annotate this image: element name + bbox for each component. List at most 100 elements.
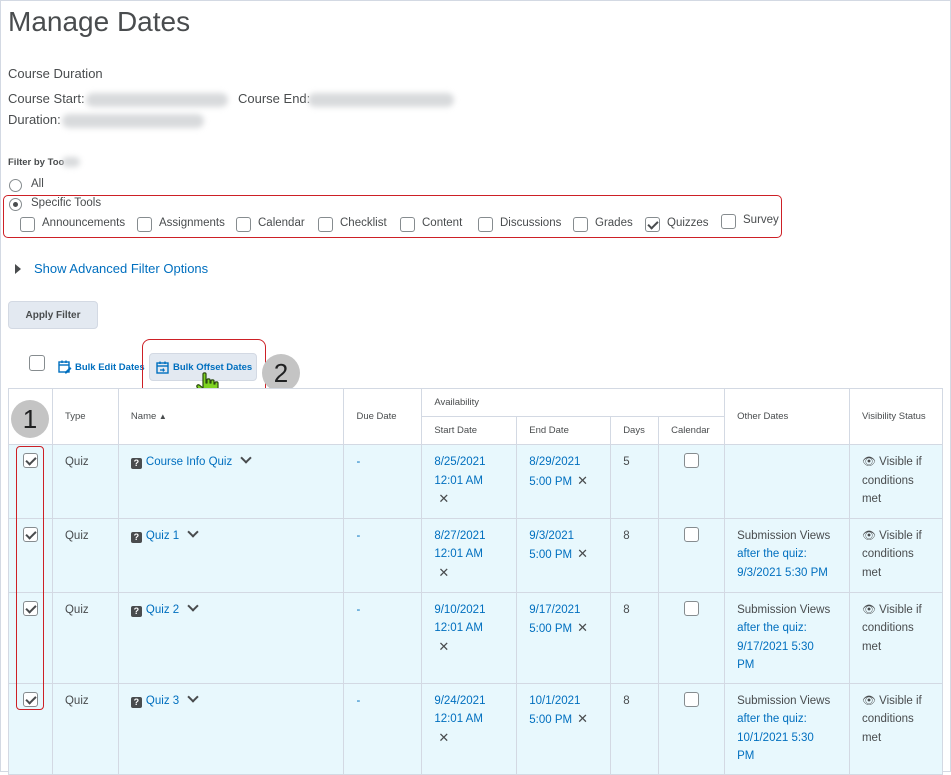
tool-checkbox-survey[interactable]	[721, 214, 736, 229]
calendar-offset-icon	[156, 361, 169, 374]
clear-start-icon[interactable]: ✕	[438, 564, 449, 583]
start-time-link[interactable]: 12:01 AM	[434, 710, 504, 729]
visibility-line-3: met	[861, 731, 882, 744]
end-date-link[interactable]: 9/17/2021	[529, 601, 598, 620]
name-cell: ? Quiz 2	[117, 591, 345, 684]
step-marker-2: 2	[262, 354, 300, 392]
tool-checkbox-calendar[interactable]	[236, 217, 251, 232]
end-date-link[interactable]: 10/1/2021	[529, 692, 598, 711]
other-dates-line[interactable]: 9/17/2021 5:30	[737, 638, 837, 657]
show-advanced-filter-link[interactable]: Show Advanced Filter Options	[34, 261, 208, 276]
calendar-checkbox[interactable]	[684, 453, 700, 468]
header-calendar: Calendar	[658, 416, 726, 445]
start-date-link[interactable]: 8/27/2021	[434, 527, 504, 546]
specific-tools-radio[interactable]	[9, 198, 22, 211]
chevron-down-icon[interactable]	[187, 525, 199, 538]
quiz-name-link[interactable]: Course Info Quiz	[146, 456, 232, 468]
end-date-link[interactable]: 8/29/2021	[529, 453, 598, 472]
visibility-line-2: conditions	[861, 474, 914, 487]
quiz-name-link[interactable]: Quiz 3	[146, 695, 179, 707]
tool-checkbox-discussions[interactable]	[478, 217, 493, 232]
type-text: Quiz	[64, 603, 89, 616]
start-time-link[interactable]: 12:01 AM	[434, 472, 504, 491]
clear-start-icon[interactable]: ✕	[438, 638, 449, 657]
clear-end-icon[interactable]: ✕	[577, 472, 588, 491]
step-marker-1: 1	[11, 400, 49, 438]
calendar-checkbox[interactable]	[684, 526, 700, 542]
course-start-value-blurred	[86, 93, 228, 107]
header-name[interactable]: Name ▲	[117, 388, 345, 445]
start-date-link[interactable]: 8/25/2021	[434, 453, 504, 472]
days-text: 8	[623, 529, 630, 542]
start-date-link[interactable]: 9/24/2021	[434, 692, 504, 711]
tool-checkbox-assignments[interactable]	[137, 217, 152, 232]
quiz-icon: ?	[130, 605, 142, 617]
due-date-link[interactable]: -	[344, 519, 421, 554]
header-due-date: Due Date	[343, 388, 423, 445]
other-dates-label: Submission Views	[737, 603, 831, 616]
clear-start-icon[interactable]: ✕	[438, 729, 449, 748]
calendar-checkbox[interactable]	[684, 600, 700, 616]
tool-checkbox-announcements[interactable]	[20, 217, 35, 232]
start-date-link[interactable]: 9/10/2021	[434, 601, 504, 620]
end-time-link[interactable]: 5:00 PM	[529, 623, 572, 635]
due-date-link[interactable]: -	[344, 684, 421, 719]
name-cell: ? Course Info Quiz	[117, 444, 345, 519]
visibility-line-1: Visible if	[879, 456, 922, 468]
header-visibility-status: Visibility Status	[848, 388, 944, 445]
tool-checkbox-quizzes[interactable]	[645, 217, 660, 232]
chevron-down-icon[interactable]	[187, 599, 199, 612]
quiz-name-link[interactable]: Quiz 1	[146, 530, 179, 542]
end-time-link[interactable]: 5:00 PM	[529, 549, 572, 561]
dates-table: Type Name ▲ Due Date Availability Other …	[8, 388, 944, 775]
tool-label-assignments: Assignments	[159, 217, 225, 229]
other-dates-line[interactable]: 10/1/2021 5:30	[737, 729, 837, 748]
specific-tools-label: Specific Tools	[31, 197, 102, 209]
select-all-checkbox[interactable]	[29, 355, 45, 371]
course-duration-heading: Course Duration	[8, 66, 103, 81]
tool-label-calendar: Calendar	[258, 217, 305, 229]
other-dates-line[interactable]: PM	[737, 747, 837, 766]
end-cell: 9/3/2021 5:00 PM ✕	[516, 517, 612, 593]
other-dates-line[interactable]: after the quiz:	[737, 710, 837, 729]
start-time-link[interactable]: 12:01 AM	[434, 545, 504, 564]
other-dates-line[interactable]: after the quiz:	[737, 619, 837, 638]
end-date-link[interactable]: 9/3/2021	[529, 527, 598, 546]
clear-end-icon[interactable]: ✕	[577, 545, 588, 564]
visibility-line-1: Visible if	[879, 603, 922, 616]
visibility-eye-icon: 👁	[861, 456, 876, 468]
header-days: Days	[610, 416, 660, 445]
start-time-link[interactable]: 12:01 AM	[434, 619, 504, 638]
due-date-link[interactable]: -	[344, 593, 421, 628]
due-cell: -	[343, 444, 423, 519]
clear-end-icon[interactable]: ✕	[577, 619, 588, 638]
other-dates-line[interactable]: PM	[737, 656, 837, 675]
filter-label-blurred	[62, 157, 80, 167]
calendar-checkbox[interactable]	[684, 691, 700, 707]
chevron-down-icon[interactable]	[187, 690, 199, 703]
due-date-link[interactable]: -	[344, 445, 421, 480]
other-dates-line[interactable]: after the quiz:	[737, 545, 837, 564]
type-cell: Quiz	[51, 444, 119, 519]
apply-filter-button[interactable]: Apply Filter	[8, 301, 98, 329]
all-tools-radio[interactable]	[9, 179, 22, 192]
bulk-edit-dates-button[interactable]: Bulk Edit Dates	[75, 362, 145, 373]
expand-arrow-icon[interactable]	[15, 264, 21, 274]
other-dates-line[interactable]: 9/3/2021 5:30 PM	[737, 564, 837, 583]
course-start-label: Course Start:	[8, 91, 85, 106]
tool-checkbox-grades[interactable]	[573, 217, 588, 232]
end-time-link[interactable]: 5:00 PM	[529, 714, 572, 726]
chevron-down-icon[interactable]	[240, 452, 252, 464]
quiz-name-link[interactable]: Quiz 2	[146, 604, 179, 616]
due-cell: -	[343, 517, 423, 593]
tool-checkbox-content[interactable]	[400, 217, 415, 232]
tool-checkbox-checklist[interactable]	[318, 217, 333, 232]
days-text: 8	[623, 603, 630, 616]
visibility-eye-icon: 👁	[861, 694, 876, 707]
clear-start-icon[interactable]: ✕	[438, 490, 449, 509]
visibility-line-3: met	[861, 640, 882, 653]
due-cell: -	[343, 682, 423, 775]
type-cell: Quiz	[51, 682, 119, 775]
end-time-link[interactable]: 5:00 PM	[529, 476, 572, 488]
clear-end-icon[interactable]: ✕	[577, 710, 588, 729]
